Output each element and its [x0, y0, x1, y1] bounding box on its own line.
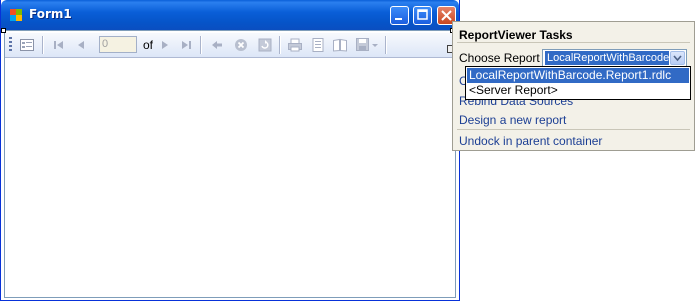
report-dropdown-list: LocalReportWithBarcode.Report1.rdlc <Ser…: [465, 66, 691, 100]
dropdown-option[interactable]: <Server Report>: [467, 83, 689, 98]
app-icon: [10, 9, 22, 21]
minimize-icon: [395, 18, 402, 20]
undock-link[interactable]: Undock in parent container: [459, 134, 602, 148]
previous-page-icon[interactable]: [73, 37, 89, 53]
print-icon[interactable]: [287, 37, 303, 53]
export-dropdown-icon[interactable]: [370, 37, 380, 53]
chevron-down-icon: [673, 55, 682, 62]
maximize-icon: [417, 9, 428, 20]
first-page-icon[interactable]: [51, 37, 67, 53]
choose-report-select[interactable]: LocalReportWithBarcode.: [542, 49, 687, 67]
toolbar-separator: [42, 36, 44, 54]
selection-handle[interactable]: [1, 28, 6, 33]
maximize-button[interactable]: [413, 6, 432, 25]
toolbar-separator: [385, 36, 387, 54]
design-new-report-link[interactable]: Design a new report: [459, 113, 566, 127]
page-setup-icon[interactable]: [332, 37, 348, 53]
minimize-button[interactable]: [390, 6, 409, 25]
next-page-icon[interactable]: [157, 37, 173, 53]
toolbar-separator: [279, 36, 281, 54]
title-bar[interactable]: Form1: [1, 0, 459, 30]
back-icon[interactable]: [209, 37, 225, 53]
tasks-header: ReportViewer Tasks: [459, 28, 573, 42]
page-of-label: of: [143, 38, 154, 52]
print-layout-icon[interactable]: [310, 37, 326, 53]
report-toolbar: 0 of: [5, 33, 455, 58]
choose-report-value: LocalReportWithBarcode.: [545, 51, 669, 65]
form-window: Form1 0 of: [0, 0, 460, 301]
page-number-input[interactable]: 0: [99, 36, 137, 53]
choose-report-label: Choose Report: [459, 51, 540, 65]
stop-icon[interactable]: [233, 37, 249, 53]
tasks-divider: [457, 129, 690, 130]
last-page-icon[interactable]: [178, 37, 194, 53]
tasks-divider: [457, 42, 690, 43]
document-map-icon[interactable]: [19, 37, 35, 53]
export-icon[interactable]: [355, 37, 371, 53]
refresh-icon[interactable]: [257, 37, 273, 53]
dropdown-button[interactable]: [670, 51, 685, 65]
toolbar-separator: [200, 36, 202, 54]
toolbar-grip[interactable]: [9, 37, 12, 53]
report-viewer-control[interactable]: 0 of: [4, 30, 456, 298]
window-title: Form1: [29, 7, 72, 21]
dropdown-option[interactable]: LocalReportWithBarcode.Report1.rdlc: [467, 68, 689, 83]
